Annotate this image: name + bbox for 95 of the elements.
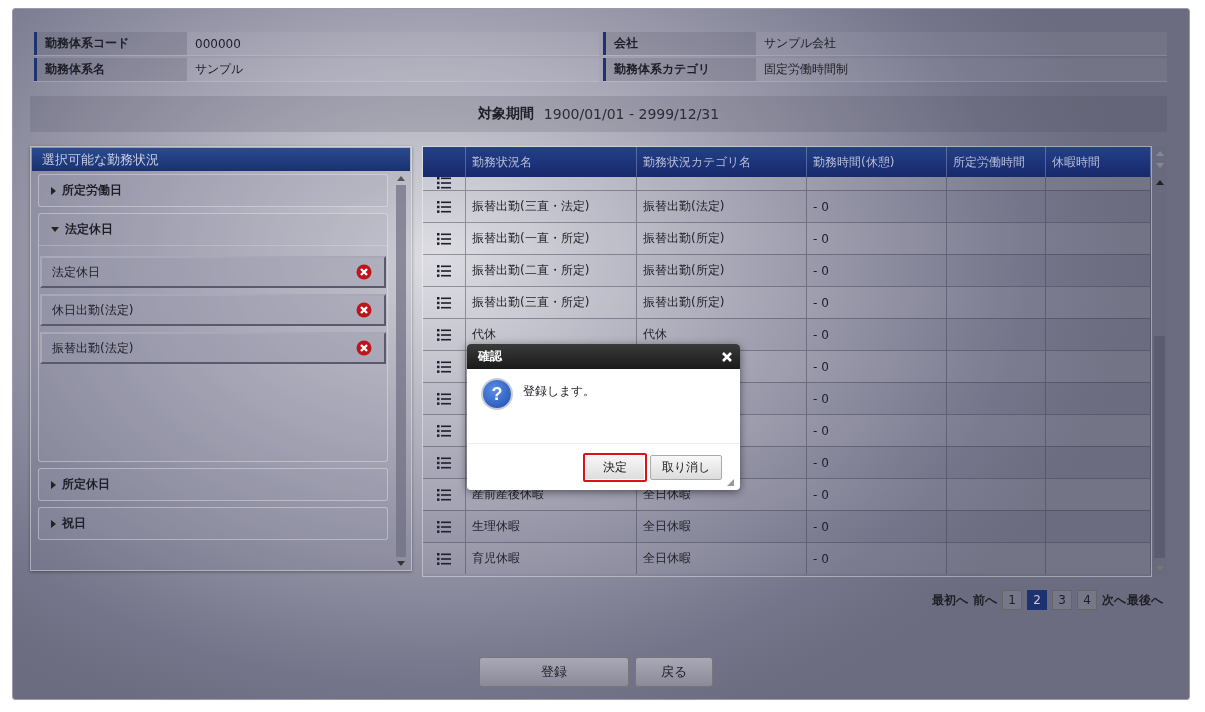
list-icon [437, 360, 451, 373]
column-header: 勤務状況名 [466, 147, 637, 177]
resize-grip-icon [727, 479, 734, 486]
column-header: 所定労働時間 [947, 147, 1046, 177]
table-cell: 生理休暇 [472, 518, 520, 535]
previous-page-link[interactable]: 前へ [973, 591, 997, 609]
remove-icon [356, 264, 372, 280]
status-item[interactable]: 法定休日 [40, 256, 386, 288]
table-cell: 代休 [643, 326, 667, 343]
table-cell: 育児休暇 [472, 550, 520, 567]
list-icon [437, 424, 451, 437]
list-icon [437, 488, 451, 501]
table-cell: 振替出勤(法定) [643, 198, 725, 215]
table-cell: - 0 [813, 263, 829, 278]
field-value: 固定労働時間制 [755, 58, 1167, 81]
confirm-button[interactable]: 決定 [583, 453, 647, 482]
accordion-label: 所定休日 [62, 476, 110, 493]
table-cell: 振替出勤(三直・所定) [472, 294, 590, 311]
panel-header: 選択可能な勤務状況 [32, 148, 410, 171]
table-cell: 振替出勤(一直・所定) [472, 230, 590, 247]
status-item-label: 法定休日 [52, 263, 100, 281]
period-value: 1900/01/01 - 2999/12/31 [543, 106, 720, 122]
accordion-label: 所定労働日 [62, 182, 122, 199]
table-cell: 全日休暇 [643, 518, 691, 535]
table-cell: 振替出勤(所定) [643, 294, 725, 311]
table-cell: - 0 [813, 327, 829, 342]
field-label: 勤務体系カテゴリ [602, 58, 756, 81]
table-cell: 全日休暇 [643, 550, 691, 567]
table-cell: 振替出勤(所定) [643, 262, 725, 279]
list-icon [437, 392, 451, 405]
accordion-label: 法定休日 [65, 221, 113, 238]
table-cell: - 0 [813, 359, 829, 374]
period-label: 対象期間 [477, 105, 534, 123]
field-value: サンプル [187, 58, 599, 81]
page-button[interactable]: 4 [1077, 590, 1097, 610]
scroll-up-arrow-icon[interactable] [1155, 180, 1164, 185]
caret-icon [51, 186, 56, 195]
remove-icon [356, 340, 372, 356]
dialog-message: 登録します。 [523, 383, 595, 400]
accordion-header[interactable]: 所定労働日 [39, 175, 387, 206]
list-icon [437, 232, 451, 245]
table-cell: - 0 [813, 391, 829, 406]
field-value: 000000 [187, 32, 599, 55]
accordion-header[interactable]: 所定休日 [39, 469, 387, 500]
table-cell: 振替出勤(所定) [643, 230, 725, 247]
last-page-link[interactable]: 最後へ [1127, 591, 1163, 609]
table-cell: - 0 [813, 199, 829, 214]
table-cell: - 0 [813, 455, 829, 470]
list-icon [437, 552, 451, 565]
table-cell: - 0 [813, 231, 829, 246]
accordion-header[interactable]: 祝日 [39, 508, 387, 539]
field-label: 勤務体系名 [34, 58, 187, 81]
next-page-link[interactable]: 次へ [1102, 591, 1126, 609]
table-cell: 振替出勤(三直・法定) [472, 198, 590, 215]
table-cell: 代休 [472, 326, 496, 343]
close-icon [722, 351, 732, 362]
scroll-up-arrow-icon[interactable] [397, 176, 405, 181]
field-value: サンプル会社 [755, 32, 1167, 55]
list-icon [437, 200, 451, 213]
dialog-title: 確認 [478, 348, 502, 365]
table-cell: 振替出勤(二直・所定) [472, 262, 590, 279]
field-label: 会社 [602, 32, 756, 55]
list-icon [437, 328, 451, 341]
remove-icon [356, 302, 372, 318]
register-button[interactable]: 登録 [478, 657, 629, 687]
list-icon [437, 520, 451, 533]
page-button[interactable]: 2 [1027, 590, 1047, 610]
back-button[interactable]: 戻る [634, 657, 713, 687]
table-cell: - 0 [813, 295, 829, 310]
table-cell: - 0 [813, 551, 829, 566]
page-button[interactable]: 3 [1052, 590, 1072, 610]
caret-icon [51, 519, 56, 528]
column-header: 勤務時間(休憩) [807, 147, 947, 177]
caret-icon [51, 480, 56, 489]
list-icon [437, 456, 451, 469]
cancel-button[interactable]: 取り消し [650, 455, 722, 480]
status-item[interactable]: 休日出勤(法定) [40, 294, 386, 326]
list-icon [437, 264, 451, 277]
table-cell: - 0 [813, 519, 829, 534]
status-item[interactable]: 振替出勤(法定) [40, 332, 386, 364]
status-item-label: 振替出勤(法定) [52, 339, 134, 357]
status-item-label: 休日出勤(法定) [52, 301, 134, 319]
scroll-down-arrow-icon[interactable] [397, 561, 405, 566]
table-cell: - 0 [813, 487, 829, 502]
caret-icon [51, 227, 59, 232]
page-button[interactable]: 1 [1002, 590, 1022, 610]
accordion-header[interactable]: 法定休日 [39, 214, 387, 245]
field-label: 勤務体系コード [34, 32, 187, 55]
list-icon [437, 296, 451, 309]
question-icon: ? [481, 378, 513, 410]
accordion-label: 祝日 [62, 515, 86, 532]
table-cell: - 0 [813, 423, 829, 438]
first-page-link[interactable]: 最初へ [932, 591, 968, 609]
column-header: 勤務状況カテゴリ名 [637, 147, 807, 177]
column-header: 休暇時間 [1046, 147, 1151, 177]
